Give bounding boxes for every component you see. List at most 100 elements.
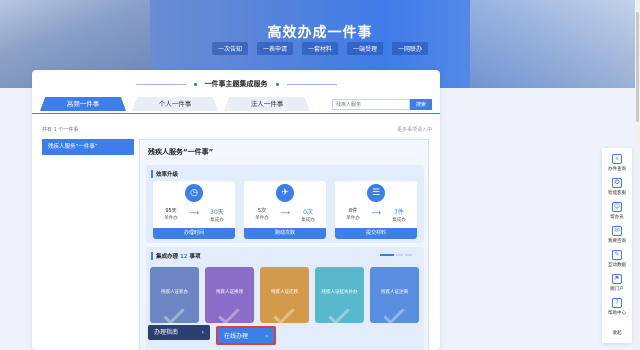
tile-label: 残疾人证迁移 <box>271 290 298 295</box>
after-stat: 7件 集成办 <box>385 207 413 223</box>
carousel-dot[interactable] <box>380 254 394 256</box>
title-dot-icon <box>193 82 197 86</box>
smart-tips-icon: ✪ <box>612 178 622 188</box>
toolbar-item-help[interactable]: ? 帮助中心 <box>602 298 632 316</box>
apply-online-button[interactable]: 在线办理 › <box>216 326 276 345</box>
apply-online-label: 在线办理 <box>224 333 249 340</box>
section-title-text: 一件事主题集成服务 <box>204 80 268 88</box>
tile-label: 残疾人证注销 <box>381 290 408 295</box>
running-icon: ✈ <box>276 184 294 202</box>
service-tile[interactable]: 残疾人证新办 <box>150 267 199 323</box>
result-count: 共有 1 个一件事 <box>42 127 79 133</box>
floating-toolbar: ⌕ 办件查询 ✪ 智能客服 ☺ 帮办员 ✉ 我要咨询 ✎ 互动数据 ⚑ 跳门户 … <box>602 148 632 343</box>
service-tile[interactable]: 残疾人证注销 <box>370 267 419 323</box>
tab-divider <box>32 113 440 114</box>
interaction-icon: ✎ <box>612 250 622 260</box>
toolbar-label: 帮助中心 <box>608 311 626 316</box>
card-footer: 提交材料 <box>335 228 417 239</box>
chat-icon: ✉ <box>612 226 622 236</box>
service-panel: 一件事主题集成服务 高频一件事 个人一件事 法人一件事 搜索 共有 1 个一件事… <box>32 70 440 350</box>
banner-tag: 一网联办 <box>392 42 429 55</box>
category-tabs: 高频一件事 个人一件事 法人一件事 <box>40 97 310 111</box>
after-stat: 30天 集成办 <box>203 207 231 223</box>
title-decoration-left <box>135 83 186 85</box>
check-mark-icon <box>328 303 350 323</box>
integrated-unit: 事项 <box>189 254 201 260</box>
before-value: 5次 <box>257 208 267 214</box>
help-icon: ? <box>612 298 622 308</box>
toolbar-item-case-query[interactable]: ⌕ 办件查询 <box>602 154 632 172</box>
before-stat: 5次 单件办 <box>248 207 276 221</box>
tab-high-frequency[interactable]: 高频一件事 <box>40 97 126 111</box>
guide-button-label: 办理指南 <box>154 329 179 336</box>
chevron-right-icon: › <box>201 329 204 336</box>
guide-button[interactable]: 办理指南 › <box>148 325 210 340</box>
toolbar-item-smart-service[interactable]: ✪ 智能客服 <box>602 178 632 196</box>
before-value: 8件 <box>348 208 358 214</box>
arrow-icon: ⟶ <box>371 209 382 217</box>
efficiency-card-materials: ☰ 8件 单件办 ⟶ 7件 集成办 提交材料 <box>335 181 417 239</box>
service-tile[interactable]: 残疾人证挂失补办 <box>315 267 364 323</box>
integrated-label: 集成办理 12 事项 <box>151 252 201 260</box>
toolbar-label: 我要咨询 <box>608 239 626 244</box>
title-decoration-right <box>286 83 337 85</box>
toolbar-item-interaction[interactable]: ✎ 互动数据 <box>602 250 632 268</box>
carousel-dot[interactable] <box>405 254 412 256</box>
sidebar-item-disability-service[interactable]: 残疾人服务“一件事” <box>42 139 134 155</box>
before-label: 单件办 <box>164 216 178 221</box>
more-link[interactable]: 更多事项请入中 <box>397 126 432 133</box>
efficiency-label: 效率升级 <box>151 170 178 178</box>
after-label: 集成办 <box>301 218 315 223</box>
efficiency-card-time: ◷ 95天 单件办 ⟶ 30天 集成办 办理时间 <box>153 181 235 239</box>
toolbar-label: 智能客服 <box>608 191 626 196</box>
user-icon: ☺ <box>612 202 622 212</box>
banner-tag: 一套材料 <box>301 42 338 55</box>
banner-tag: 一次告知 <box>211 42 248 55</box>
integrated-count: 12 <box>179 254 188 260</box>
check-mark-icon <box>163 303 185 323</box>
toolbar-item-consult[interactable]: ✉ 我要咨询 <box>602 226 632 244</box>
collapse-label: 收起 <box>612 331 622 336</box>
scrollbar-thumb[interactable] <box>636 12 639 122</box>
search-doc-icon: ⌕ <box>612 154 622 164</box>
toolbar-label: 互动数据 <box>608 263 626 268</box>
check-mark-icon <box>273 303 295 323</box>
title-dot-icon <box>275 82 279 86</box>
after-value: 7件 <box>394 209 404 216</box>
efficiency-card-trips: ✈ 5次 单件办 ⟶ 0次 集成办 跑动次数 <box>244 181 326 239</box>
toolbar-item-portal[interactable]: ⚑ 跳门户 <box>602 274 632 292</box>
after-label: 集成办 <box>392 218 406 223</box>
check-mark-icon <box>383 303 405 323</box>
carousel-indicator <box>380 254 412 256</box>
after-label: 集成办 <box>210 218 224 223</box>
toolbar-label: 帮办员 <box>610 215 624 220</box>
search-button[interactable]: 搜索 <box>410 99 432 110</box>
service-detail: 残疾人服务“一件事” 效率升级 ◷ 95天 单件办 ⟶ 30天 集成办 办理时间… <box>139 139 429 350</box>
efficiency-section: 效率升级 ◷ 95天 单件办 ⟶ 30天 集成办 办理时间 ✈ 5次 单件办 ⟶… <box>146 165 424 243</box>
toolbar-item-helper[interactable]: ☺ 帮办员 <box>602 202 632 220</box>
tab-legal-person[interactable]: 法人一件事 <box>224 97 310 111</box>
flag-icon: ⚑ <box>612 274 622 284</box>
arrow-icon: ⟶ <box>189 209 200 217</box>
integrated-label-text: 集成办理 <box>156 254 179 260</box>
tab-personal[interactable]: 个人一件事 <box>132 97 218 111</box>
tile-label: 残疾人证新办 <box>161 290 188 295</box>
tile-label: 残疾人证挂失补办 <box>321 290 358 295</box>
before-stat: 8件 单件办 <box>339 207 367 221</box>
check-mark-icon <box>218 303 240 323</box>
page-scrollbar[interactable] <box>635 0 640 350</box>
toolbar-item-collapse[interactable]: 收起 <box>602 328 632 336</box>
before-stat: 95天 单件办 <box>157 207 185 221</box>
banner-tag: 一表申请 <box>256 42 293 55</box>
carousel-dot[interactable] <box>396 254 403 256</box>
card-footer: 办理时间 <box>153 228 235 239</box>
search-bar: 搜索 <box>332 99 434 110</box>
search-input[interactable] <box>332 99 410 110</box>
before-label: 单件办 <box>346 216 360 221</box>
detail-title: 残疾人服务“一件事” <box>148 148 214 156</box>
service-tile[interactable]: 残疾人证迁移 <box>260 267 309 323</box>
banner-tag: 一端受理 <box>347 42 384 55</box>
arrow-icon: ⟶ <box>280 209 291 217</box>
service-tile[interactable]: 残疾人证换领 <box>205 267 254 323</box>
before-value: 95天 <box>165 208 177 214</box>
